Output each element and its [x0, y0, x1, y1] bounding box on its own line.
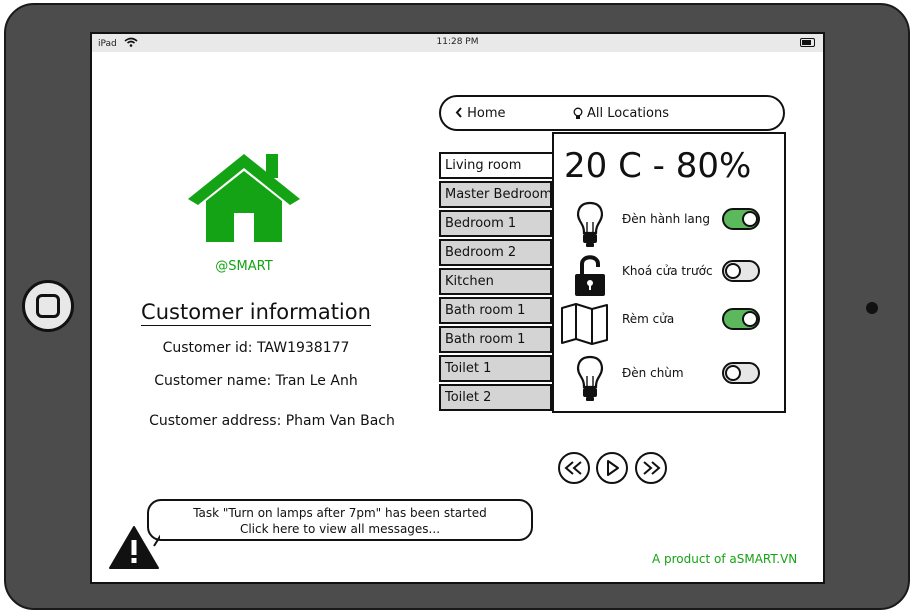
device-row-hall-light: Đèn hành lang	[554, 200, 784, 250]
device-row-chandelier: Đèn chùm	[554, 354, 784, 404]
device-row-front-lock: Khoá cửa trước	[554, 252, 784, 302]
toggle-front-lock[interactable]	[722, 260, 760, 282]
toggle-knob	[742, 211, 758, 227]
warning-icon[interactable]	[108, 524, 160, 570]
tab-master-bedroom[interactable]: Master Bedroom	[439, 181, 552, 208]
climate-readout: 20 C - 80%	[564, 146, 752, 186]
device-label: Rèm cửa	[622, 312, 675, 326]
rewind-icon	[564, 461, 582, 475]
play-icon	[607, 460, 619, 476]
tab-kitchen[interactable]: Kitchen	[439, 268, 552, 295]
customer-info-title: Customer information	[141, 300, 371, 326]
all-locations-label: All Locations	[587, 106, 670, 121]
location-navbar: Home All Locations	[439, 95, 785, 131]
home-button-square	[36, 294, 60, 318]
lightbulb-icon	[577, 201, 603, 247]
home-link[interactable]: Home	[455, 106, 506, 121]
unlock-icon	[575, 255, 605, 296]
home-label: Home	[467, 106, 506, 121]
toggle-hall-light[interactable]	[722, 208, 760, 230]
device-label: Đèn hành lang	[622, 212, 710, 226]
brand-label: @SMART	[215, 259, 273, 274]
message-line-1: Task "Turn on lamps after 7pm" has been …	[193, 506, 487, 520]
message-line-2: Click here to view all messages...	[239, 522, 441, 536]
chevron-left-icon	[455, 107, 462, 118]
clock: 11:28 PM	[436, 37, 479, 47]
tab-bedroom-2[interactable]: Bedroom 2	[439, 239, 552, 266]
rewind-button[interactable]	[558, 452, 590, 484]
camera-dot	[866, 302, 878, 314]
customer-id: Customer id: TAW1938177	[162, 340, 350, 356]
play-button[interactable]	[596, 452, 628, 484]
device-label: Khoá cửa trước	[622, 264, 713, 278]
lightbulb-icon	[573, 107, 583, 119]
battery-icon	[800, 38, 815, 47]
map-curtain-icon	[561, 303, 608, 345]
tab-bath-room-1b[interactable]: Bath room 1	[439, 326, 552, 353]
room-panel: 20 C - 80% Đèn hành lang Khoá cửa trước	[552, 132, 786, 413]
toggle-knob	[725, 263, 741, 279]
fast-forward-icon	[643, 461, 661, 475]
screen: iPad 11:28 PM @SMART Customer informatio…	[90, 32, 825, 584]
customer-address: Customer address: Pham Van Bach	[149, 413, 395, 429]
tab-living-room[interactable]: Living room	[439, 152, 554, 179]
home-logo-icon	[188, 154, 300, 242]
status-bar: iPad 11:28 PM	[92, 34, 823, 52]
product-credit: A product of aSMART.VN	[652, 552, 798, 566]
tab-bedroom-1[interactable]: Bedroom 1	[439, 210, 552, 237]
lightbulb-icon	[577, 355, 603, 401]
tab-toilet-1[interactable]: Toilet 1	[439, 355, 552, 382]
device-home-button[interactable]	[22, 280, 74, 332]
fast-forward-button[interactable]	[635, 452, 667, 484]
message-bubble[interactable]: Task "Turn on lamps after 7pm" has been …	[147, 499, 533, 541]
toggle-curtain[interactable]	[722, 308, 760, 330]
customer-name: Customer name: Tran Le Anh	[154, 373, 358, 389]
tab-bath-room-1[interactable]: Bath room 1	[439, 297, 552, 324]
toggle-knob	[725, 365, 741, 381]
device-row-curtain: Rèm cửa	[554, 300, 784, 350]
toggle-chandelier[interactable]	[722, 362, 760, 384]
toggle-knob	[742, 311, 758, 327]
tab-toilet-2[interactable]: Toilet 2	[439, 384, 552, 411]
device-label: Đèn chùm	[622, 366, 684, 380]
all-locations-link[interactable]: All Locations	[573, 106, 669, 121]
